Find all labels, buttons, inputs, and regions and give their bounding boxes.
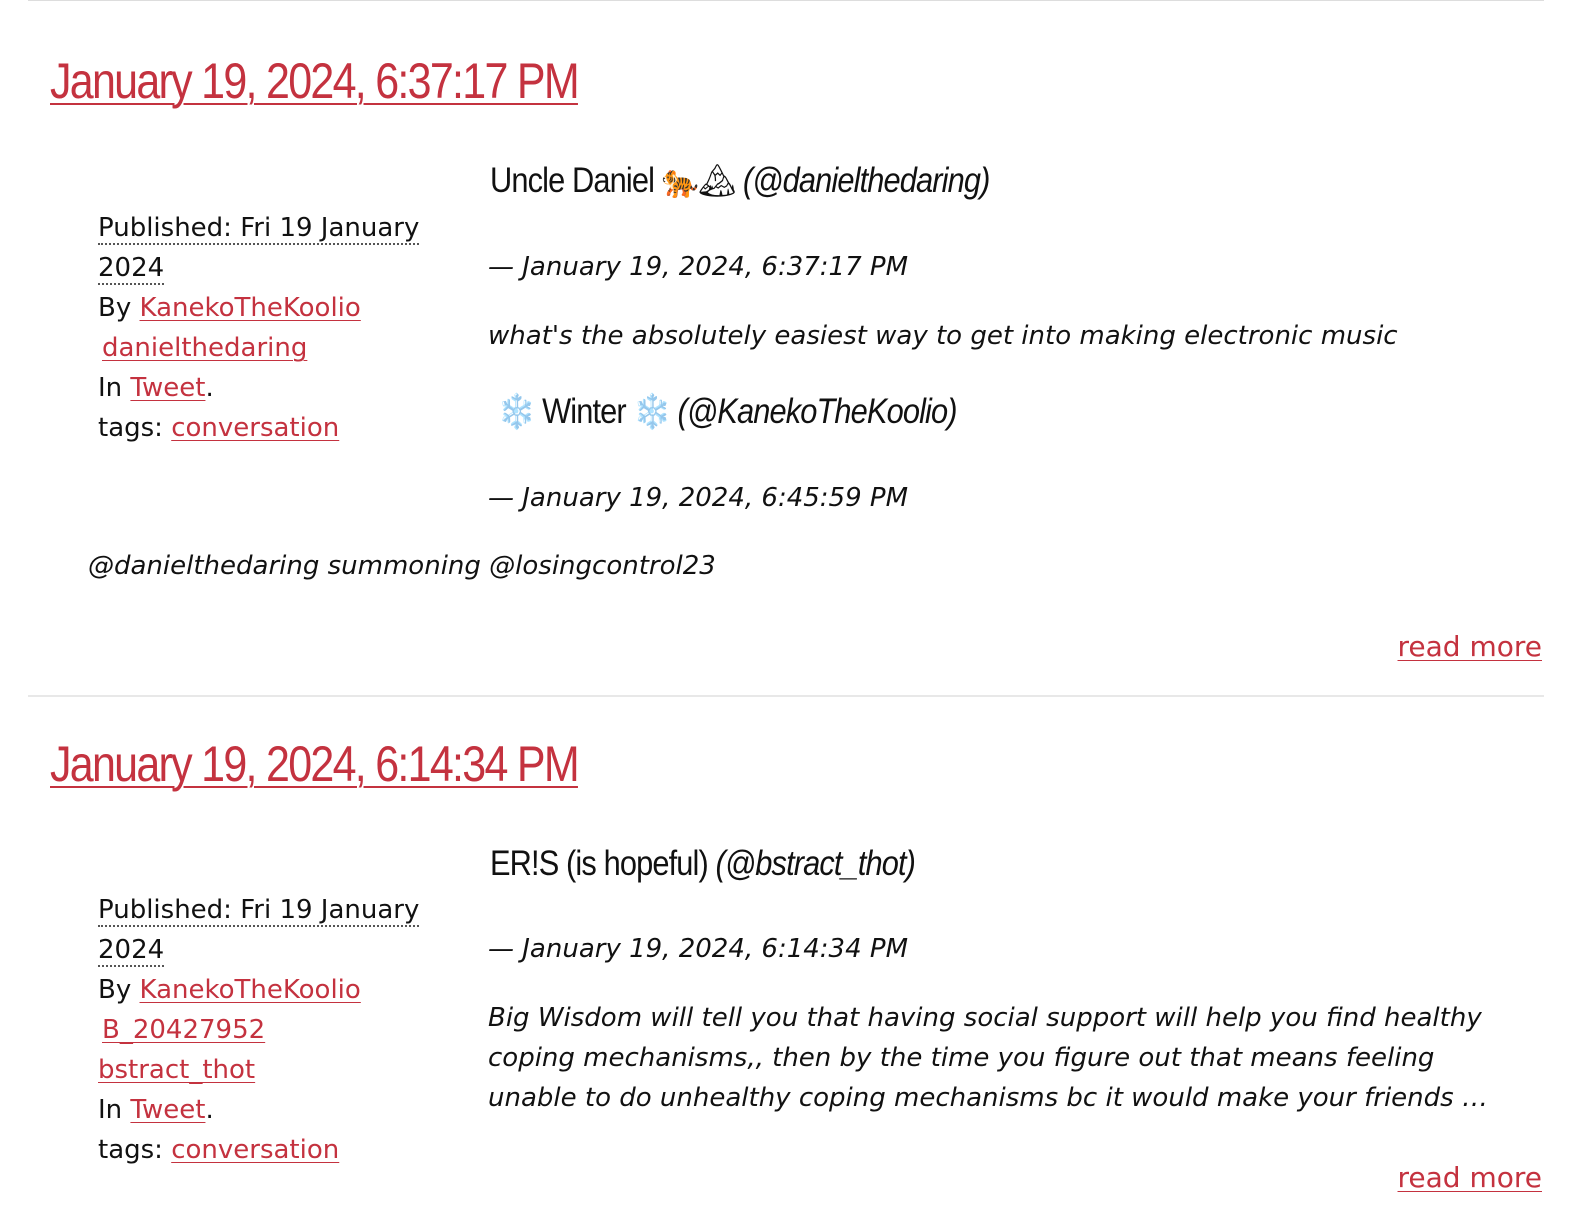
post-divider (28, 695, 1544, 697)
tags-label: tags: (98, 1135, 163, 1165)
snowflake-icon: ❄️ (498, 393, 535, 431)
tweet-author: ❄️ Winter ❄️ (@KanekoTheKoolio) (498, 391, 958, 433)
tweet-date: — January 19, 2024, 6:14:34 PM (488, 934, 909, 964)
post-title-link[interactable]: January 19, 2024, 6:14:34 PM (50, 737, 580, 792)
author-link-b-20427952[interactable]: B_20427952 (102, 1015, 265, 1045)
read-more-link[interactable]: read more (1398, 630, 1542, 663)
published-date: Published: Fri 19 January 2024 (98, 895, 420, 967)
by-label: By (98, 975, 132, 1005)
tweet-date: — January 19, 2024, 6:37:17 PM (488, 252, 909, 282)
author-handle: (@bstract_thot) (715, 844, 916, 883)
published-date: Published: Fri 19 January 2024 (98, 213, 420, 285)
tweet-author: ER!S (is hopeful) (@bstract_thot) (490, 843, 916, 885)
snowflake-icon: ❄️ (633, 393, 670, 431)
author-handle: (@KanekoTheKoolio) (677, 392, 958, 431)
tag-link-conversation[interactable]: conversation (171, 1135, 339, 1165)
author-link-kanekothekoolio[interactable]: KanekoTheKoolio (140, 975, 361, 1005)
author-link-danielthedaring[interactable]: danielthedaring (102, 333, 307, 363)
tags-label: tags: (98, 413, 163, 443)
post-meta: Published: Fri 19 January 2024 By Kaneko… (98, 895, 420, 1165)
author-link-kanekothekoolio[interactable]: KanekoTheKoolio (140, 293, 361, 323)
read-more-link[interactable]: read more (1398, 1161, 1542, 1194)
author-name: Winter (542, 392, 627, 431)
category-link-tweet[interactable]: Tweet (130, 1095, 205, 1125)
tiger-mountain-emoji-icon: 🐅🏔 (661, 162, 736, 200)
top-divider (28, 0, 1544, 1)
tweet-date: — January 19, 2024, 6:45:59 PM (488, 483, 909, 513)
by-label: By (98, 293, 132, 323)
post-title-link[interactable]: January 19, 2024, 6:37:17 PM (50, 54, 580, 109)
tweet-author: Uncle Daniel 🐅🏔 (@danielthedaring) (490, 160, 990, 202)
tweet-text: Big Wisdom will tell you that having soc… (488, 1003, 1488, 1113)
author-handle: (@danielthedaring) (742, 161, 990, 200)
in-label: In (98, 373, 123, 403)
tag-link-conversation[interactable]: conversation (171, 413, 339, 443)
category-link-tweet[interactable]: Tweet (130, 373, 205, 403)
post-meta: Published: Fri 19 January 2024 By Kaneko… (98, 213, 420, 443)
author-link-bstract-thot[interactable]: bstract_thot (98, 1055, 255, 1085)
tweet-text: what's the absolutely easiest way to get… (488, 321, 1398, 351)
author-name: ER!S (is hopeful) (490, 844, 709, 883)
tweet-text: @danielthedaring summoning @losingcontro… (88, 551, 716, 581)
in-label: In (98, 1095, 123, 1125)
author-name: Uncle Daniel (490, 161, 655, 200)
